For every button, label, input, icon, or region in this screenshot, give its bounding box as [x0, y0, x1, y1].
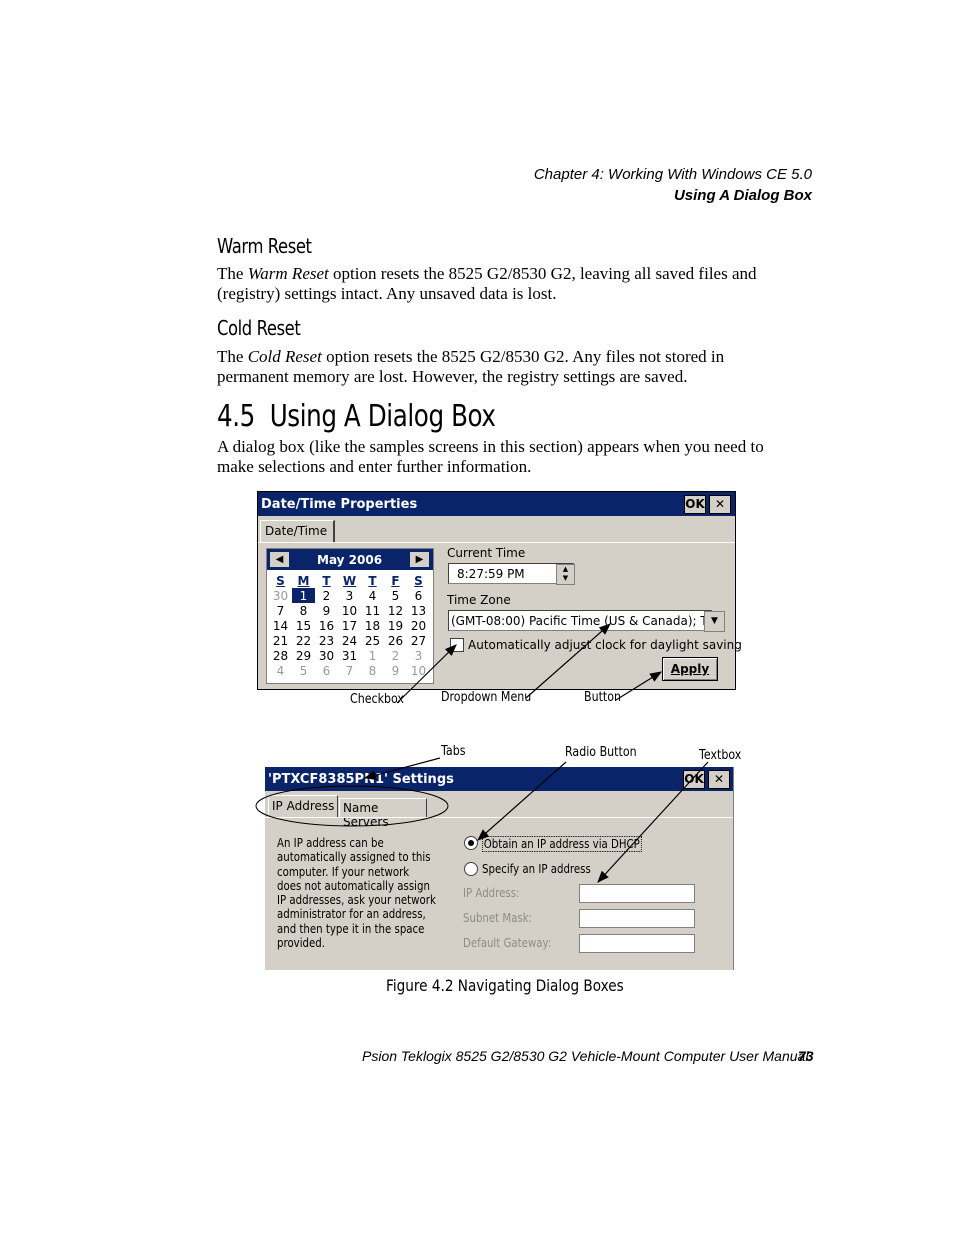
- footer-page-number: 73: [798, 1048, 814, 1064]
- radio-callout: Radio Button: [565, 745, 637, 760]
- dropdown-callout: Dropdown Menu: [441, 690, 532, 705]
- dropdown-arrow: [525, 623, 611, 699]
- tabs-callout: Tabs: [441, 744, 466, 759]
- button-arrow: [615, 671, 663, 701]
- figure-caption: Figure 4.2 Navigating Dialog Boxes: [386, 976, 624, 995]
- textbox-arrow: [597, 761, 709, 883]
- tabs-ellipse: [255, 785, 449, 827]
- textbox-callout: Textbox: [699, 748, 742, 763]
- radio-arrow: [477, 761, 567, 841]
- button-callout: Button: [584, 690, 622, 705]
- footer-manual-title: Psion Teklogix 8525 G2/8530 G2 Vehicle-M…: [362, 1048, 809, 1064]
- checkbox-callout: Checkbox: [350, 692, 404, 707]
- tabs-arrow: [363, 757, 441, 780]
